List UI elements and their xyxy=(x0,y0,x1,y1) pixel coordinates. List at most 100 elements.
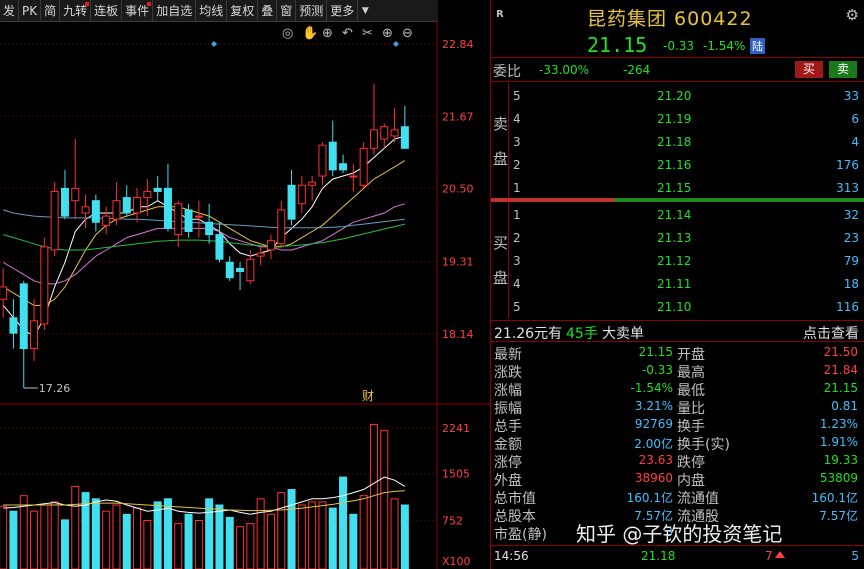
bid-level[interactable]: 3 21.12 79 xyxy=(511,251,861,271)
quote-panel: R 昆药集团 600422 ⚙ 21.15 -0.33 -1.54% 陆 委比 … xyxy=(490,0,864,569)
volume-bar xyxy=(143,520,152,569)
tick-row: 14:56 21.18 7 5 xyxy=(491,545,864,565)
chart-toolbar: 发 PK 简九转 连板 事件 加自选 均线 复权叠窗预测 更多 ▼ xyxy=(0,0,438,22)
stat-row: 涨跌 -0.33 最高 21.84 xyxy=(491,362,864,381)
candle-body xyxy=(369,129,378,149)
level-price: 21.10 xyxy=(657,300,692,314)
candle-body xyxy=(143,190,152,199)
bid-level[interactable]: 2 21.13 23 xyxy=(511,228,861,248)
event-diamond-icon xyxy=(393,41,399,47)
price-ma-line xyxy=(2,160,406,306)
stat-row: 金额 2.00亿 换手(实) 1.91% xyxy=(491,434,864,453)
minus-circle-icon[interactable]: ⊖ xyxy=(402,26,413,41)
toolbar-item[interactable]: 窗 xyxy=(277,0,297,22)
volume-bar xyxy=(236,526,245,569)
stat-label: 市盈(静) xyxy=(494,527,547,543)
candle-body xyxy=(133,197,142,214)
candle-body xyxy=(308,181,317,186)
candle-body xyxy=(287,184,296,220)
stat-label: 最新 xyxy=(494,347,522,363)
toolbar-item[interactable]: 加自选 xyxy=(153,0,197,22)
candle-body xyxy=(153,187,162,192)
stat-label: 最低 xyxy=(677,383,705,399)
candle-body xyxy=(194,215,203,218)
level-level: 1 xyxy=(513,208,521,222)
volume-bar xyxy=(359,495,368,569)
price-tick-label: 22.84 xyxy=(442,38,474,51)
bid-level[interactable]: 4 21.11 18 xyxy=(511,274,861,294)
price-change: -0.33 xyxy=(663,39,695,53)
stat-row: 总市值 160.1亿 流通值 160.1亿 xyxy=(491,488,864,507)
volume-bar xyxy=(277,492,286,569)
scissors-icon[interactable]: ✂ xyxy=(362,26,373,41)
zoom-in-icon[interactable]: ⊕ xyxy=(322,26,333,41)
toolbar-item[interactable]: 九转 xyxy=(60,0,92,22)
level-price: 21.14 xyxy=(657,208,692,222)
ask-level[interactable]: 5 21.20 33 xyxy=(511,86,861,106)
gear-icon[interactable]: ⚙ xyxy=(846,6,859,24)
ask-level[interactable]: 3 21.18 4 xyxy=(511,132,861,152)
bid-side-char: 盘 xyxy=(493,269,509,287)
buy-button[interactable]: 买 xyxy=(795,61,823,78)
toolbar-item[interactable]: 简 xyxy=(41,0,61,22)
volume-bar xyxy=(215,504,224,569)
kline-chart[interactable]: 22.84 21.67 20.50 19.31 18.14 17.26 财 ◎ ✋ ⊕ ↶ ✂ ⊕ ⊖ 22… xyxy=(0,22,490,569)
level-price: 21.11 xyxy=(657,277,692,291)
level-vol: 4 xyxy=(851,135,859,149)
level-vol: 176 xyxy=(836,158,859,172)
toolbar-item[interactable]: 连板 xyxy=(91,0,123,22)
bid-level[interactable]: 5 21.10 116 xyxy=(511,297,861,317)
toolbar-item[interactable]: 更多 xyxy=(327,0,359,22)
toolbar-item[interactable]: 预测 xyxy=(296,0,328,22)
volume-bar xyxy=(153,501,162,569)
toolbar-item[interactable]: PK xyxy=(19,0,42,22)
level-price: 21.18 xyxy=(657,135,692,149)
eye-icon[interactable]: ◎ xyxy=(282,26,293,41)
stat-value: 21.15 xyxy=(638,345,673,359)
kline-chart-area[interactable]: 22.84 21.67 20.50 19.31 18.14 17.26 财 ◎ ✋ ⊕ ↶ ✂ ⊕ ⊖ 22… xyxy=(0,22,490,569)
toolbar-item[interactable]: 事件 xyxy=(122,0,154,22)
level-level: 4 xyxy=(513,277,521,291)
candle-body xyxy=(390,129,399,137)
toolbar-item[interactable]: 叠 xyxy=(258,0,278,22)
stat-row: 外盘 38960 内盘 53809 xyxy=(491,470,864,489)
level-level: 5 xyxy=(513,89,521,103)
candle-body xyxy=(277,209,286,245)
stat-label: 量比 xyxy=(677,401,705,417)
stat-label: 最高 xyxy=(677,365,705,381)
ask-level[interactable]: 1 21.15 313 xyxy=(511,178,861,198)
weibi-label: 委比 xyxy=(493,64,521,80)
bid-side-label: 买 盘 xyxy=(491,202,509,318)
ask-level[interactable]: 4 21.19 6 xyxy=(511,109,861,129)
candle-body xyxy=(9,317,18,334)
level-price: 21.16 xyxy=(657,158,692,172)
stat-value: 160.1亿 xyxy=(626,491,673,505)
bid-level[interactable]: 1 21.14 32 xyxy=(511,205,861,225)
candle-body xyxy=(297,184,306,205)
hand-icon[interactable]: ✋ xyxy=(302,25,318,41)
dropdown-arrow-icon[interactable]: ▼ xyxy=(358,0,372,22)
volume-bar xyxy=(256,498,265,569)
toolbar-item[interactable]: 均线 xyxy=(196,0,228,22)
stat-label: 外盘 xyxy=(494,473,522,489)
view-details-link[interactable]: 点击查看 xyxy=(803,323,859,343)
stat-label: 涨停 xyxy=(494,455,522,471)
volume-bar xyxy=(400,504,409,569)
sell-button[interactable]: 卖 xyxy=(829,61,857,78)
toolbar-item[interactable]: 复权 xyxy=(227,0,259,22)
volume-bar xyxy=(112,504,121,569)
bid-book: 买 盘 1 21.14 32 2 21.13 23 3 21.12 79 4 21.11 18 5 21.… xyxy=(491,202,864,318)
volume-bar xyxy=(91,498,100,569)
price-tick-label: 18.14 xyxy=(442,328,474,341)
candle-body xyxy=(256,252,265,257)
undo-icon[interactable]: ↶ xyxy=(342,26,353,41)
candle-body xyxy=(205,221,214,236)
stat-value: 92769 xyxy=(634,417,673,431)
ask-level[interactable]: 2 21.16 176 xyxy=(511,155,861,175)
plus-circle-icon[interactable]: ⊕ xyxy=(382,26,393,41)
stat-row: 涨幅 -1.54% 最低 21.15 xyxy=(491,380,864,399)
volume-bar xyxy=(40,504,49,569)
volume-tick-label: 2241 xyxy=(442,422,470,435)
candle-body xyxy=(91,200,100,223)
toolbar-item[interactable]: 发 xyxy=(0,0,20,22)
